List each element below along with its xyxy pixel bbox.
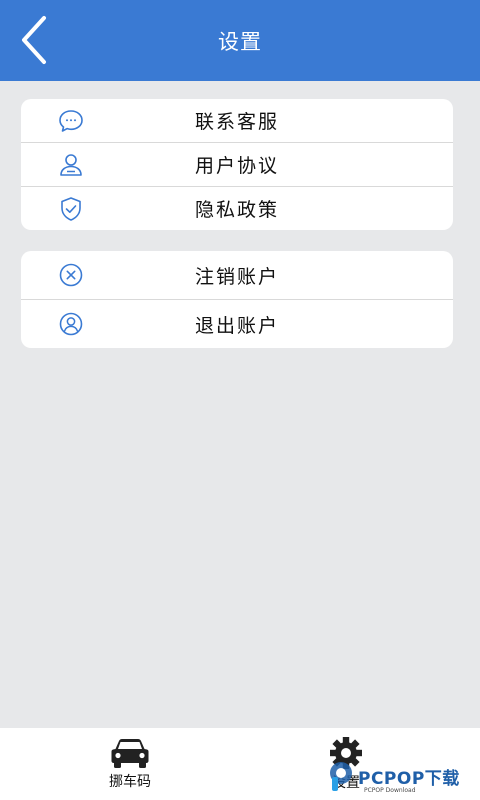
user-agreement-label: 用户协议 bbox=[194, 155, 279, 177]
gear-icon bbox=[330, 737, 362, 769]
tab-move-car-code[interactable]: 挪车码 bbox=[70, 728, 190, 800]
car-icon bbox=[111, 739, 149, 768]
chat-bubble-icon bbox=[58, 108, 84, 134]
logout-row[interactable]: 退出账户 bbox=[21, 299, 453, 348]
close-circle-icon bbox=[58, 262, 84, 288]
bottom-tab-bar: 挪车码 设置 bbox=[0, 728, 480, 800]
tab-settings[interactable]: 设置 bbox=[286, 728, 406, 800]
contact-support-label: 联系客服 bbox=[194, 111, 279, 133]
delete-account-label: 注销账户 bbox=[194, 265, 279, 288]
contact-support-row[interactable]: 联系客服 bbox=[21, 99, 453, 142]
user-agreement-row[interactable]: 用户协议 bbox=[21, 142, 453, 186]
privacy-policy-row[interactable]: 隐私政策 bbox=[21, 186, 453, 230]
privacy-policy-label: 隐私政策 bbox=[194, 199, 279, 221]
settings-group-support: 联系客服 用户协议 隐私政策 bbox=[21, 99, 453, 230]
delete-account-row[interactable]: 注销账户 bbox=[21, 251, 453, 299]
tab-move-car-code-label: 挪车码 bbox=[109, 774, 151, 790]
user-circle-icon bbox=[58, 311, 84, 337]
shield-check-icon bbox=[58, 196, 84, 222]
page-title: 设置 bbox=[218, 29, 262, 54]
user-agreement-icon bbox=[58, 152, 84, 178]
back-button[interactable] bbox=[12, 14, 56, 66]
chevron-left-icon bbox=[22, 16, 46, 64]
settings-group-account: 注销账户 退出账户 bbox=[21, 251, 453, 348]
tab-settings-label: 设置 bbox=[332, 775, 360, 791]
logout-label: 退出账户 bbox=[194, 314, 279, 337]
header-bar: 设置 bbox=[0, 0, 480, 81]
